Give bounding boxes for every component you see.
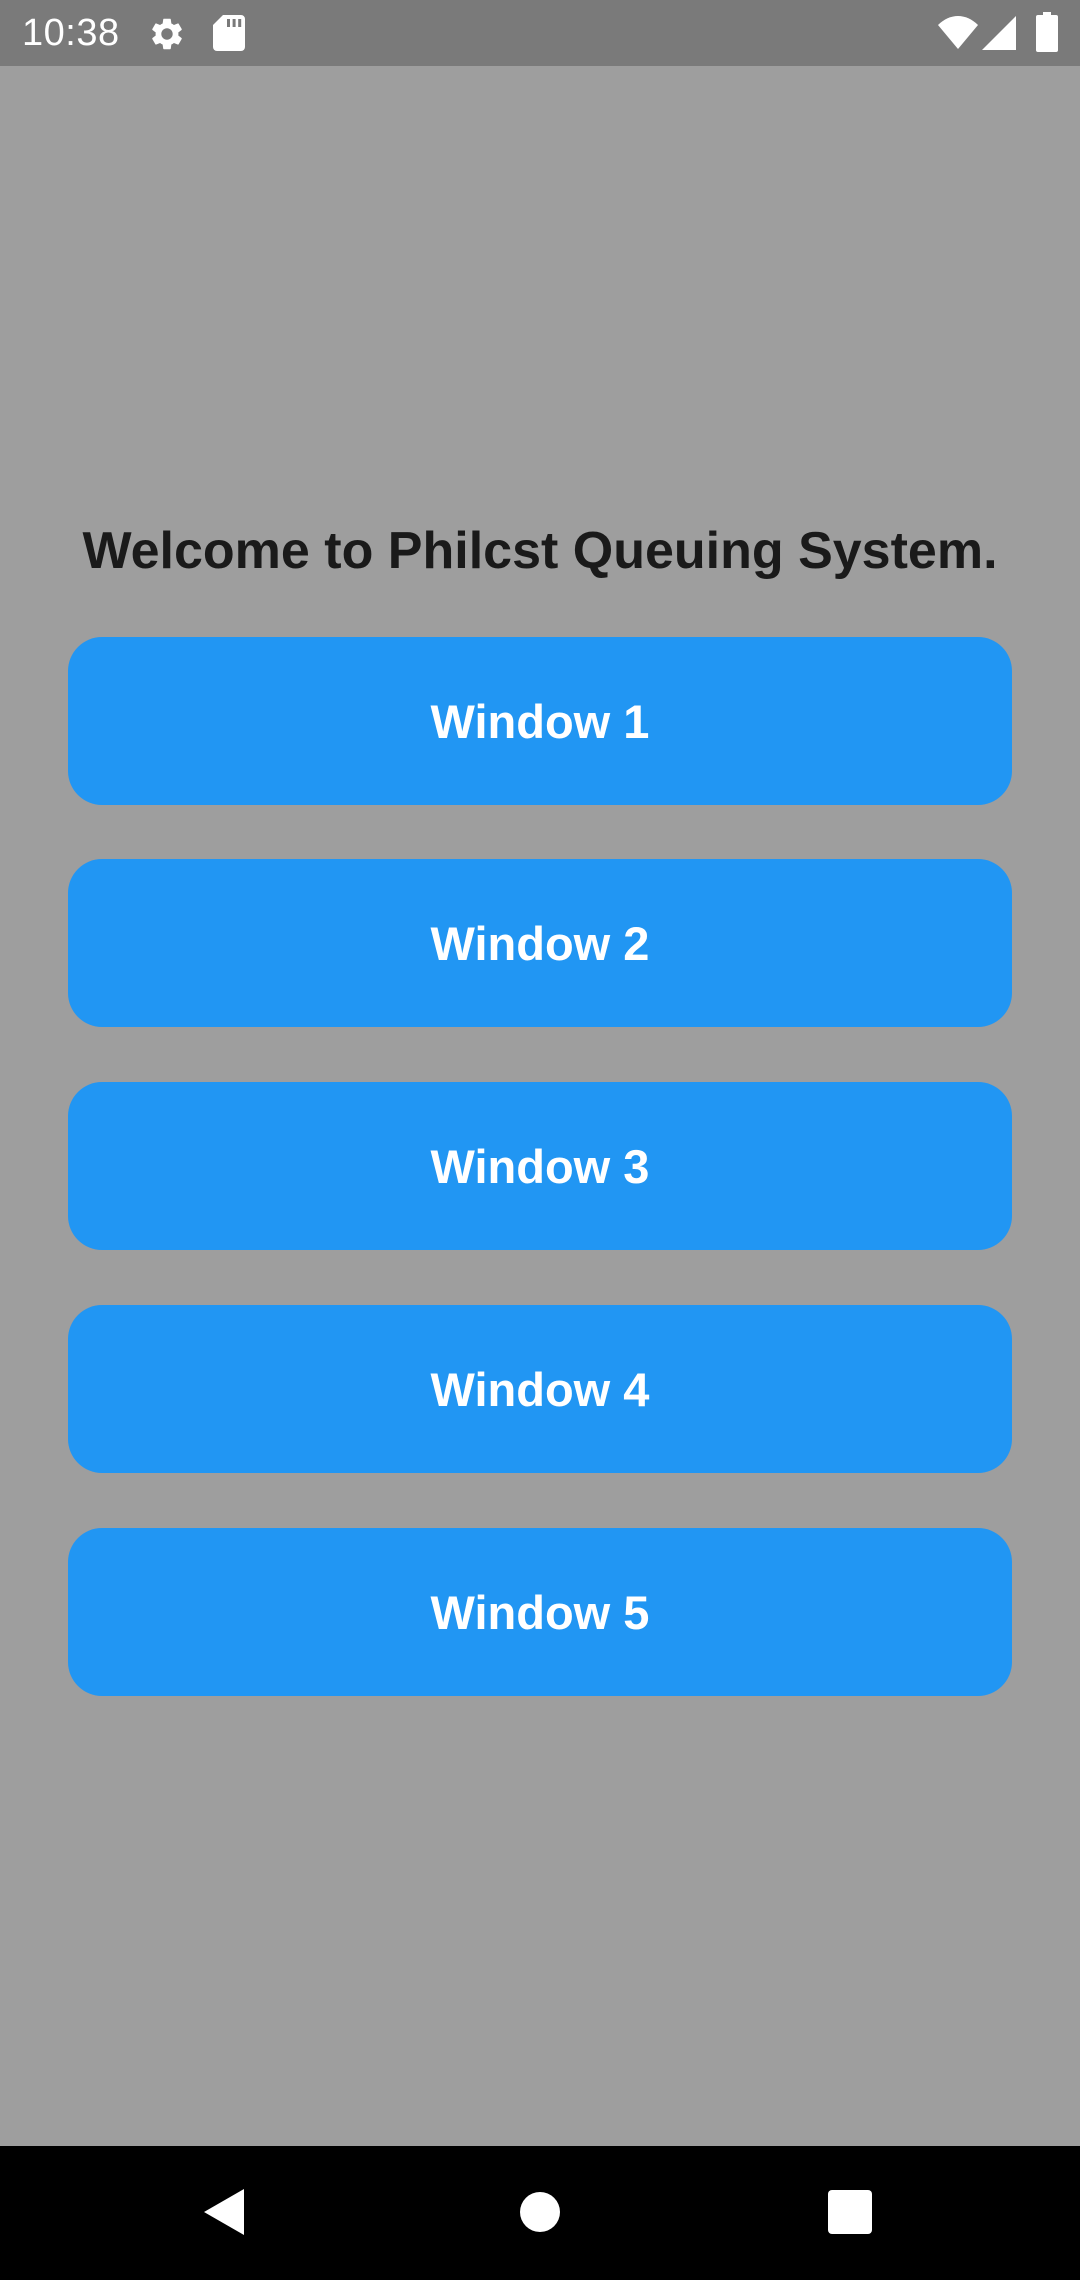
signal-icon bbox=[982, 16, 1016, 50]
home-icon[interactable] bbox=[519, 2191, 561, 2233]
navigation-bar bbox=[0, 2146, 1080, 2280]
window-3-button[interactable]: Window 3 bbox=[68, 1082, 1012, 1250]
status-time: 10:38 bbox=[22, 12, 120, 54]
back-icon[interactable] bbox=[204, 2189, 244, 2235]
recents-icon[interactable] bbox=[828, 2190, 872, 2234]
window-5-button[interactable]: Window 5 bbox=[68, 1528, 1012, 1696]
sd-card-icon bbox=[213, 15, 245, 51]
battery-icon bbox=[1036, 12, 1058, 52]
welcome-title: Welcome to Philcst Queuing System. bbox=[82, 522, 998, 580]
window-4-button[interactable]: Window 4 bbox=[68, 1305, 1012, 1473]
main-content: Welcome to Philcst Queuing System. Windo… bbox=[0, 66, 1080, 2146]
wifi-icon bbox=[938, 16, 978, 49]
window-2-button[interactable]: Window 2 bbox=[68, 859, 1012, 1027]
window-1-button[interactable]: Window 1 bbox=[68, 637, 1012, 805]
gear-icon bbox=[152, 18, 182, 50]
status-bar: 10:38 bbox=[0, 0, 1080, 66]
